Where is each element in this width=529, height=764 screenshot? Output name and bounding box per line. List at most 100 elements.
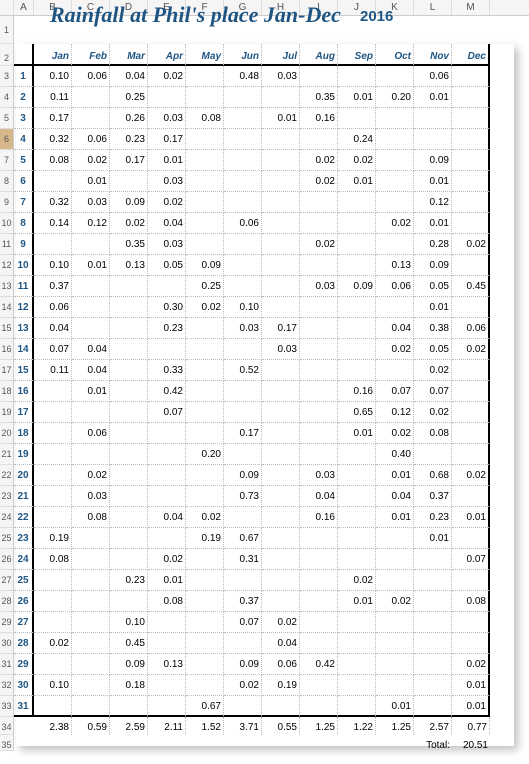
data-cell[interactable]: 0.01 — [414, 87, 452, 108]
data-cell[interactable]: 0.09 — [224, 654, 262, 675]
data-cell[interactable] — [186, 465, 224, 486]
data-cell[interactable]: 0.32 — [34, 192, 72, 213]
row-header-24[interactable]: 24 — [0, 507, 14, 528]
data-cell[interactable]: 0.07 — [34, 339, 72, 360]
data-cell[interactable] — [72, 528, 110, 549]
data-cell[interactable] — [110, 360, 148, 381]
row-header-18[interactable]: 18 — [0, 381, 14, 402]
data-cell[interactable]: 0.02 — [452, 654, 490, 675]
data-cell[interactable] — [376, 675, 414, 696]
data-cell[interactable]: 0.23 — [414, 507, 452, 528]
data-cell[interactable]: 0.19 — [186, 528, 224, 549]
data-cell[interactable]: 0.37 — [414, 486, 452, 507]
data-cell[interactable]: 0.02 — [300, 171, 338, 192]
data-cell[interactable] — [338, 528, 376, 549]
row-header-11[interactable]: 11 — [0, 234, 14, 255]
data-cell[interactable]: 0.01 — [414, 528, 452, 549]
row-header-4[interactable]: 4 — [0, 87, 14, 108]
data-cell[interactable]: 0.10 — [110, 612, 148, 633]
data-cell[interactable]: 0.01 — [414, 297, 452, 318]
data-cell[interactable] — [224, 402, 262, 423]
data-cell[interactable]: 0.06 — [262, 654, 300, 675]
data-cell[interactable] — [186, 339, 224, 360]
data-cell[interactable] — [186, 150, 224, 171]
data-cell[interactable]: 0.25 — [110, 87, 148, 108]
data-cell[interactable] — [262, 276, 300, 297]
row-header-16[interactable]: 16 — [0, 339, 14, 360]
data-cell[interactable] — [300, 297, 338, 318]
row-header-20[interactable]: 20 — [0, 423, 14, 444]
data-cell[interactable] — [452, 87, 490, 108]
data-cell[interactable] — [452, 129, 490, 150]
data-cell[interactable] — [338, 654, 376, 675]
data-cell[interactable]: 0.52 — [224, 360, 262, 381]
data-cell[interactable] — [186, 318, 224, 339]
data-cell[interactable] — [376, 66, 414, 87]
data-cell[interactable]: 0.09 — [224, 465, 262, 486]
data-cell[interactable] — [300, 591, 338, 612]
data-cell[interactable]: 0.04 — [300, 486, 338, 507]
data-cell[interactable] — [300, 339, 338, 360]
row-header-31[interactable]: 31 — [0, 654, 14, 675]
data-cell[interactable] — [224, 255, 262, 276]
data-cell[interactable] — [300, 213, 338, 234]
row-header-23[interactable]: 23 — [0, 486, 14, 507]
row-header-27[interactable]: 27 — [0, 570, 14, 591]
data-cell[interactable] — [376, 192, 414, 213]
data-cell[interactable] — [148, 87, 186, 108]
data-cell[interactable] — [72, 549, 110, 570]
data-cell[interactable]: 0.04 — [376, 486, 414, 507]
data-cell[interactable]: 0.07 — [452, 549, 490, 570]
data-cell[interactable] — [338, 360, 376, 381]
data-cell[interactable] — [414, 675, 452, 696]
data-cell[interactable]: 0.04 — [34, 318, 72, 339]
data-cell[interactable] — [414, 549, 452, 570]
data-cell[interactable]: 0.06 — [414, 66, 452, 87]
data-cell[interactable] — [186, 675, 224, 696]
data-cell[interactable]: 0.09 — [110, 654, 148, 675]
data-cell[interactable] — [376, 549, 414, 570]
data-cell[interactable] — [376, 108, 414, 129]
row-header-2[interactable]: 2 — [0, 44, 14, 66]
data-cell[interactable]: 0.17 — [34, 108, 72, 129]
data-cell[interactable] — [110, 423, 148, 444]
data-cell[interactable]: 0.03 — [72, 192, 110, 213]
data-cell[interactable]: 0.02 — [148, 549, 186, 570]
data-cell[interactable] — [414, 570, 452, 591]
data-cell[interactable]: 0.06 — [72, 66, 110, 87]
data-cell[interactable]: 0.09 — [338, 276, 376, 297]
data-cell[interactable]: 0.06 — [376, 276, 414, 297]
data-cell[interactable]: 0.45 — [452, 276, 490, 297]
data-cell[interactable]: 0.04 — [148, 507, 186, 528]
data-cell[interactable] — [414, 633, 452, 654]
data-cell[interactable] — [110, 486, 148, 507]
data-cell[interactable]: 0.02 — [338, 570, 376, 591]
data-cell[interactable] — [452, 213, 490, 234]
data-cell[interactable] — [414, 696, 452, 717]
data-cell[interactable]: 0.01 — [452, 696, 490, 717]
data-cell[interactable] — [186, 171, 224, 192]
data-cell[interactable]: 0.06 — [72, 423, 110, 444]
data-cell[interactable] — [452, 255, 490, 276]
data-cell[interactable] — [224, 633, 262, 654]
data-cell[interactable]: 0.11 — [34, 87, 72, 108]
data-cell[interactable]: 0.08 — [72, 507, 110, 528]
data-cell[interactable] — [148, 276, 186, 297]
data-cell[interactable] — [452, 570, 490, 591]
data-cell[interactable] — [452, 528, 490, 549]
data-cell[interactable] — [300, 549, 338, 570]
data-cell[interactable] — [262, 486, 300, 507]
data-cell[interactable] — [338, 696, 376, 717]
row-header-12[interactable]: 12 — [0, 255, 14, 276]
data-cell[interactable] — [376, 570, 414, 591]
data-cell[interactable] — [414, 654, 452, 675]
row-header-13[interactable]: 13 — [0, 276, 14, 297]
data-cell[interactable]: 0.01 — [414, 171, 452, 192]
data-cell[interactable]: 0.02 — [414, 360, 452, 381]
data-cell[interactable]: 0.09 — [414, 255, 452, 276]
data-cell[interactable] — [300, 66, 338, 87]
data-cell[interactable] — [34, 654, 72, 675]
data-cell[interactable] — [110, 444, 148, 465]
data-cell[interactable]: 0.02 — [376, 423, 414, 444]
data-cell[interactable] — [262, 465, 300, 486]
